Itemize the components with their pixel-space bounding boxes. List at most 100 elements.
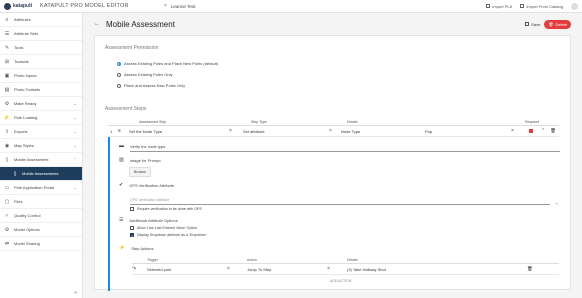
gps-attribute-input[interactable]: GPS Verification Attribute: [130, 198, 169, 202]
delete-label: Delete: [555, 21, 567, 27]
detail-value-field[interactable]: Pop: [425, 129, 511, 134]
comment-icon: ▬: [119, 143, 124, 149]
save-label: Save: [531, 21, 541, 27]
delete-icon[interactable]: 🗑: [527, 266, 533, 272]
sidebar-icon: ✎: [4, 44, 10, 51]
app-title: KATAPULT PRO MODEL EDITOR: [40, 3, 129, 9]
add-action-button[interactable]: ADD ACTION: [330, 279, 351, 283]
chevron-down-icon[interactable]: ⌄: [555, 200, 558, 205]
sidebar-item-mobile-assessment[interactable]: ▯ Mobile Assessment ⌃: [0, 153, 82, 167]
sidebar-item-model-options[interactable]: ⚙ Model Options: [0, 223, 82, 237]
sidebar-item-map-styles[interactable]: ◉ Map Styles ⌄: [0, 139, 82, 153]
sidebar-item-label: Make Ready: [14, 101, 37, 106]
allow-last-option[interactable]: Allow 'Use Last Entered Value' Option: [130, 226, 197, 230]
sidebar-item-toolsets[interactable]: ⊞ Toolsets: [0, 55, 82, 69]
step-number: 1: [110, 128, 113, 134]
chevron-down-icon[interactable]: ⌄: [74, 101, 77, 106]
image-row: ▨ Image for Prompt: [119, 157, 161, 163]
col-header-step: Assessment Step: [139, 120, 167, 124]
chevron-up-icon[interactable]: ⌃: [74, 157, 77, 162]
clear-icon[interactable]: ×: [329, 128, 341, 134]
import-catalog-button[interactable]: Import From Catalog: [520, 4, 563, 9]
sidebar-item-tools[interactable]: ✎ Tools: [0, 41, 82, 55]
sidebar-item-label: Toolsets: [14, 59, 29, 64]
sidebar-item-label: Attribute Sets: [14, 31, 39, 36]
sidebar-item-exports[interactable]: ⇪ Exports ⌄: [0, 125, 82, 139]
radio-option-2[interactable]: Place and Assess New Poles Only: [117, 83, 185, 88]
radio-button[interactable]: [117, 72, 121, 77]
action-row[interactable]: ↷ Selected pole × Jump To Step × (3) Tak…: [132, 264, 559, 275]
back-arrow-icon[interactable]: ←: [94, 21, 100, 27]
required-checkbox[interactable]: [529, 129, 533, 133]
sidebar-item-quality-control[interactable]: ✓ Quality Control: [0, 209, 82, 223]
col-header-required: Required: [525, 120, 540, 124]
sidebar-item-mobile-assessments[interactable]: ▯ Mobile Assessments: [0, 167, 82, 181]
radio-option-1[interactable]: Assess Existing Poles Only: [117, 72, 172, 77]
import-pla-button[interactable]: Import PLA: [486, 4, 512, 9]
sidebar-item-model-sharing[interactable]: ⇄ Model Sharing: [0, 237, 82, 251]
collapse-sidebar-icon[interactable]: «: [74, 290, 77, 296]
table-row[interactable]: 1 ≡ Set the Node Type × Set attribute × …: [108, 126, 559, 137]
tab-leanne-test[interactable]: × Leanne Test: [160, 0, 199, 13]
sidebar-item-label: Attributes: [14, 17, 31, 22]
clear-icon[interactable]: ×: [229, 128, 243, 134]
step-actions-row: ⚡ Step Actions: [119, 245, 153, 251]
sidebar-item-label: Mobile Assessments: [22, 171, 59, 176]
avatar[interactable]: [571, 2, 578, 10]
sidebar-icon: ⊞: [4, 58, 10, 65]
sidebar-item-label: Files: [14, 199, 23, 204]
col-header-type: Step Type: [251, 120, 267, 124]
chevron-down-icon[interactable]: ⌄: [74, 115, 77, 120]
display-dropdown-checkbox[interactable]: [130, 233, 134, 237]
sidebar-item-pole-loading[interactable]: ⚡ Pole Loading ⌄: [0, 111, 82, 125]
browse-button[interactable]: Browse: [129, 167, 151, 177]
allow-last-label: Allow 'Use Last Entered Value' Option: [137, 226, 198, 230]
sidebar-item-files[interactable]: ▢ Files: [0, 195, 82, 209]
step-name-field[interactable]: Set the Node Type: [129, 129, 229, 134]
addl-options-title: Additional Attribute Options: [129, 217, 178, 223]
close-icon[interactable]: ×: [164, 3, 167, 9]
require-gps-option[interactable]: Require verification to be done with GPS: [130, 207, 202, 211]
require-gps-checkbox[interactable]: [130, 207, 134, 211]
details-field[interactable]: (3) Take Hallway Shot: [347, 267, 527, 272]
save-button[interactable]: Save: [525, 22, 540, 27]
sidebar-item-photo-inputs[interactable]: ▣ Photo Inputs: [0, 69, 82, 83]
col-header-trigger: Trigger: [147, 258, 158, 262]
radio-option-0[interactable]: Assess Existing Poles and Place New Pole…: [117, 61, 218, 66]
sidebar-item-photo-toolsets[interactable]: ▤ Photo Toolsets: [0, 83, 82, 97]
sidebar-item-attributes[interactable]: ≡ Attributes: [0, 13, 82, 27]
display-dropdown-option[interactable]: Display Dropdown attribute as a 'Dropdow…: [130, 233, 207, 237]
delete-icon[interactable]: 🗑: [550, 128, 556, 134]
sidebar-item-pole-application-portal[interactable]: ▭ Pole Application Portal ⌄: [0, 181, 82, 195]
chevron-down-icon[interactable]: ⌄: [74, 143, 77, 148]
sidebar-item-label: Exports: [14, 129, 28, 134]
detail-attribute-field[interactable]: Node Type: [341, 129, 425, 134]
sidebar-item-label: Pole Application Portal: [14, 185, 55, 190]
import-icon: [520, 4, 525, 8]
step-type-field[interactable]: Set attribute: [243, 129, 329, 134]
col-header-details: Details: [347, 258, 358, 262]
sidebar-icon: ✓: [4, 212, 10, 219]
chevron-down-icon[interactable]: ⌄: [74, 185, 77, 190]
sidebar-item-make-ready[interactable]: ⚙ Make Ready ⌄: [0, 97, 82, 111]
actions-table-header: Trigger Action Details: [132, 257, 559, 264]
clear-icon[interactable]: ×: [227, 266, 247, 272]
prompt-underline: [130, 151, 560, 152]
allow-last-checkbox[interactable]: [130, 226, 134, 230]
radio-button[interactable]: [117, 83, 121, 88]
radio-button[interactable]: [117, 61, 121, 66]
list-icon: ☰: [119, 217, 124, 223]
tab-label: Leanne Test: [170, 3, 196, 9]
chevron-down-icon[interactable]: ⌄: [74, 129, 77, 134]
action-field[interactable]: Jump To Step: [247, 267, 327, 272]
chevron-up-icon[interactable]: ⌃: [541, 128, 545, 134]
trigger-field[interactable]: Selected pole: [147, 267, 227, 272]
delete-button[interactable]: 🗑 Delete: [544, 19, 571, 29]
clear-icon[interactable]: ×: [511, 128, 525, 134]
sidebar-item-attribute-sets[interactable]: ☰ Attribute Sets: [0, 27, 82, 41]
gps-placeholder: GPS Verification Attribute: [130, 198, 170, 202]
prompt-field[interactable]: Verify the node type.: [130, 144, 166, 149]
clear-icon[interactable]: ×: [327, 266, 347, 272]
drag-handle-icon[interactable]: ≡: [118, 128, 129, 134]
lightning-icon: ⚡: [119, 245, 126, 251]
